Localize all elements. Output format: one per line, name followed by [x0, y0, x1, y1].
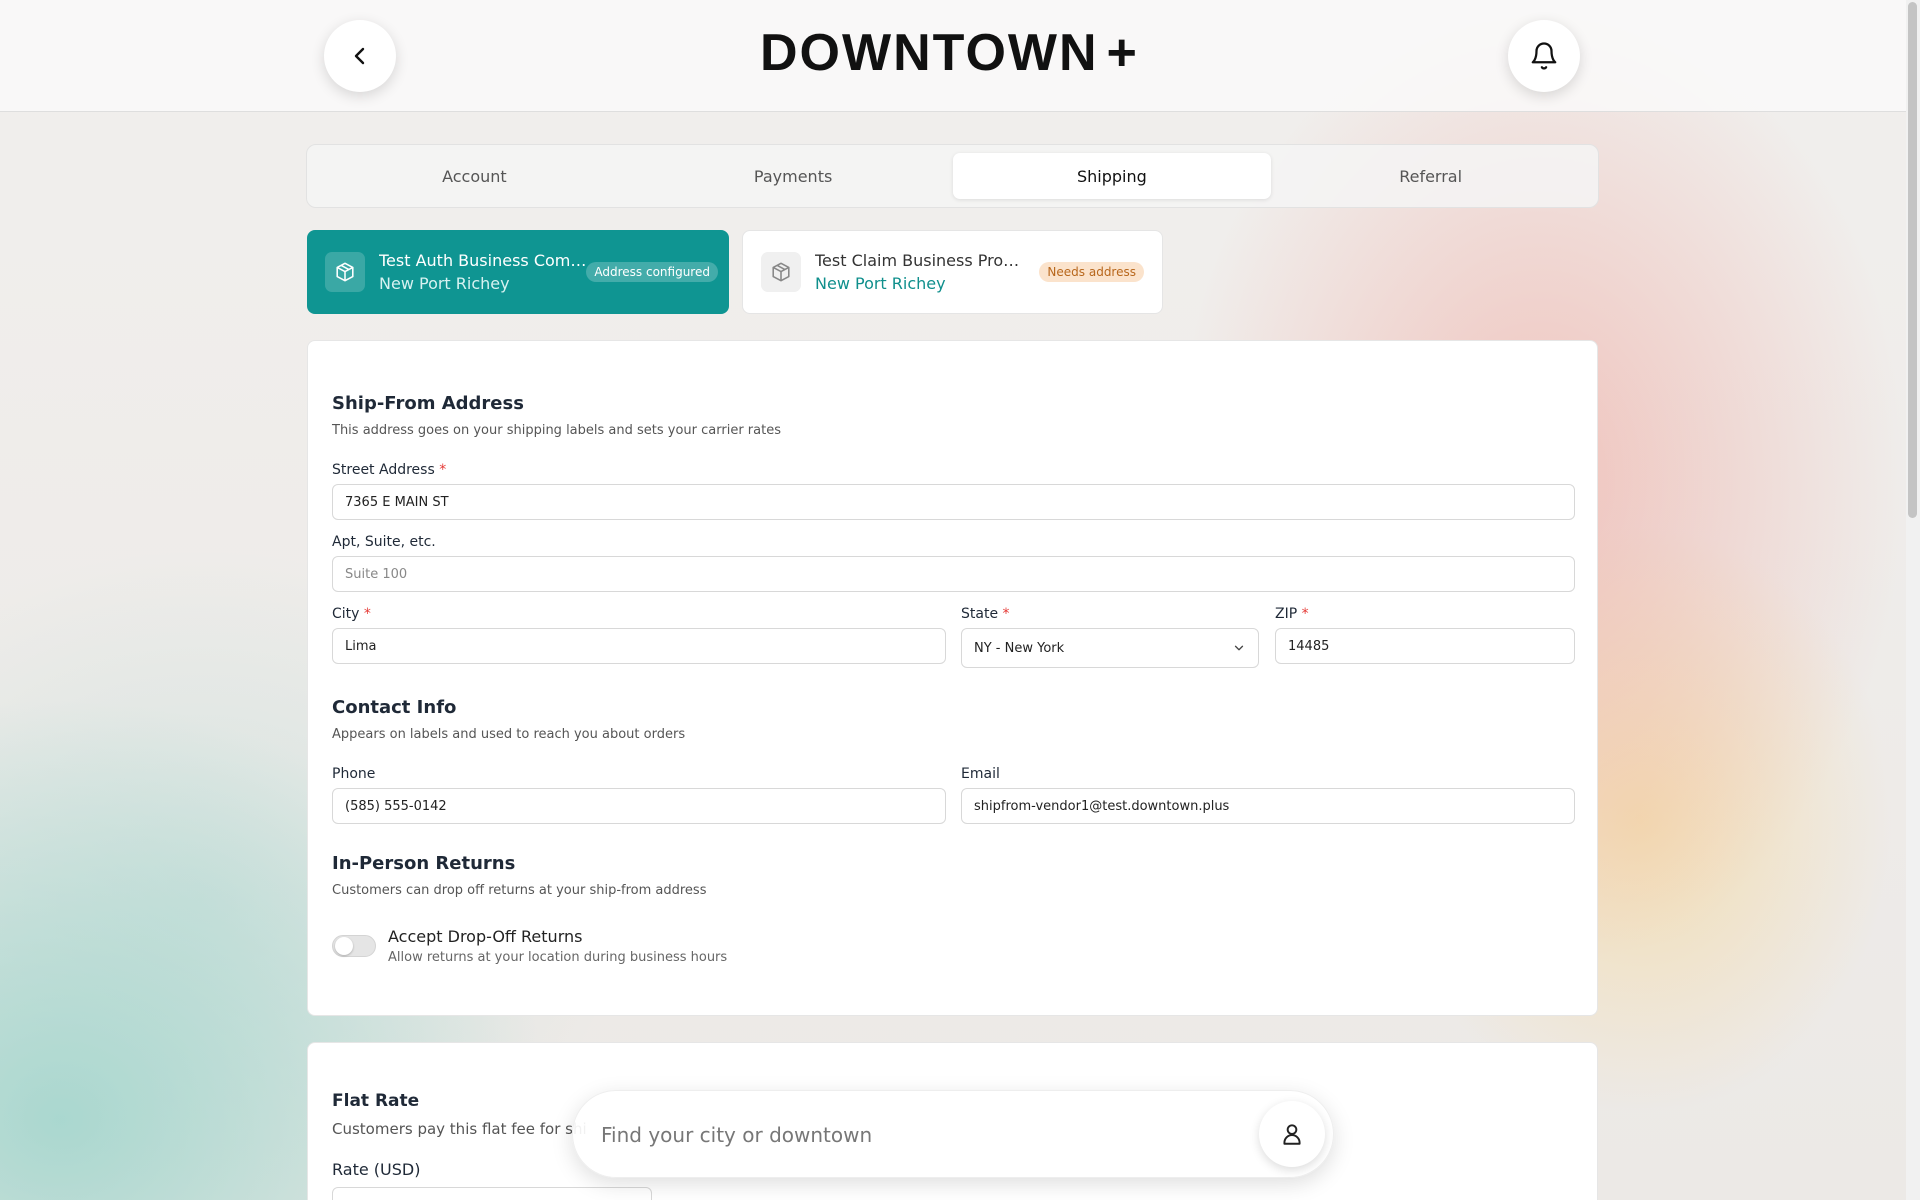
contact-info-description: Appears on labels and used to reach you … — [332, 727, 686, 742]
apt-suite-label: Apt, Suite, etc. — [332, 534, 436, 550]
required-mark: * — [1301, 606, 1309, 622]
returns-title: In-Person Returns — [332, 853, 516, 874]
state-label-text: State — [961, 606, 999, 622]
notifications-button[interactable] — [1508, 20, 1580, 92]
user-icon — [1283, 1124, 1301, 1145]
zip-label: ZIP * — [1275, 606, 1309, 622]
drop-off-returns-toggle[interactable] — [332, 935, 376, 957]
returns-description: Customers can drop off returns at your s… — [332, 883, 707, 898]
state-selected-value: NY - New York — [974, 640, 1065, 656]
required-mark: * — [439, 462, 447, 478]
drop-off-returns-description: Allow returns at your location during bu… — [388, 950, 728, 965]
apt-suite-input[interactable]: Suite 100 — [332, 556, 1575, 592]
rate-label: Rate (USD) — [332, 1160, 421, 1179]
chevron-left-icon — [354, 47, 365, 65]
top-header: DOWNTOWN + — [0, 0, 1906, 112]
package-icon — [325, 252, 365, 292]
street-address-label: Street Address * — [332, 462, 446, 478]
chevron-down-icon — [1234, 645, 1244, 651]
rate-input[interactable] — [332, 1187, 652, 1200]
street-address-input[interactable]: 7365 E MAIN ST — [332, 484, 1575, 520]
flat-rate-description: Customers pay this flat fee for shi — [332, 1120, 587, 1138]
ship-from-description: This address goes on your shipping label… — [332, 423, 781, 438]
email-input[interactable]: shipfrom-vendor1@test.downtown.plus — [961, 788, 1575, 824]
business-profile-card[interactable]: Test Claim Business Profile New Port Ric… — [742, 230, 1163, 314]
state-select[interactable]: NY - New York — [961, 628, 1259, 668]
status-badge: Address configured — [586, 262, 718, 282]
tab-referral[interactable]: Referral — [1271, 153, 1590, 199]
brand-logo[interactable]: DOWNTOWN + — [760, 22, 1150, 84]
tab-shipping[interactable]: Shipping — [952, 153, 1272, 199]
required-mark: * — [1002, 606, 1010, 622]
profile-city: New Port Richey — [815, 274, 946, 293]
toggle-knob — [335, 937, 353, 955]
city-search-input[interactable]: Find your city or downtown — [601, 1115, 1201, 1155]
required-mark: * — [363, 606, 371, 622]
city-label: City * — [332, 606, 371, 622]
email-label: Email — [961, 766, 1000, 782]
profile-button[interactable] — [1259, 1101, 1325, 1167]
logo-text: DOWNTOWN — [760, 24, 1099, 82]
package-icon — [761, 252, 801, 292]
shipping-settings-card: Ship-From Address This address goes on y… — [307, 340, 1598, 1016]
city-input[interactable]: Lima — [332, 628, 946, 664]
status-badge: Needs address — [1039, 262, 1144, 282]
scrollbar-thumb[interactable] — [1908, 2, 1917, 518]
bell-icon — [1531, 42, 1557, 70]
flat-rate-title: Flat Rate — [332, 1091, 420, 1111]
phone-label: Phone — [332, 766, 376, 782]
phone-input[interactable]: (585) 555-0142 — [332, 788, 946, 824]
profile-city: New Port Richey — [379, 274, 510, 293]
zip-input[interactable]: 14485 — [1275, 628, 1575, 664]
street-address-label-text: Street Address — [332, 462, 435, 478]
contact-info-title: Contact Info — [332, 697, 457, 718]
back-button[interactable] — [324, 20, 396, 92]
logo-plus: + — [1106, 24, 1139, 82]
city-label-text: City — [332, 606, 360, 622]
city-search-bar: Find your city or downtown — [572, 1090, 1334, 1178]
drop-off-returns-label: Accept Drop-Off Returns — [388, 927, 583, 946]
ship-from-title: Ship-From Address — [332, 393, 524, 414]
business-profile-card[interactable]: Test Auth Business Com… New Port Richey … — [307, 230, 729, 314]
profile-name: Test Claim Business Profile — [815, 251, 1025, 270]
settings-tabs: Account Payments Shipping Referral — [306, 144, 1599, 208]
tab-payments[interactable]: Payments — [634, 153, 953, 199]
zip-label-text: ZIP — [1275, 606, 1298, 622]
state-label: State * — [961, 606, 1010, 622]
tab-account[interactable]: Account — [315, 153, 634, 199]
profile-name: Test Auth Business Com… — [379, 251, 587, 270]
